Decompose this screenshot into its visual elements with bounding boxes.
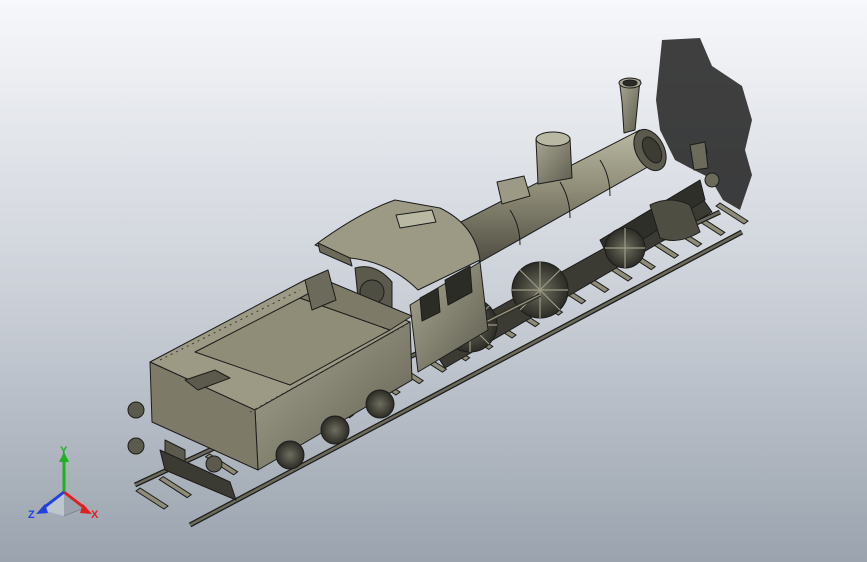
x-axis-label: X bbox=[91, 509, 99, 521]
model-scene[interactable] bbox=[0, 0, 867, 562]
tender-wheel-3 bbox=[365, 389, 395, 419]
z-axis-label: Z bbox=[28, 509, 35, 521]
orientation-triad[interactable]: Y X Z bbox=[22, 446, 106, 530]
cad-graphics-viewport[interactable]: Y X Z bbox=[0, 0, 867, 562]
tender-wheel-1 bbox=[275, 440, 305, 470]
y-axis-label: Y bbox=[60, 446, 68, 457]
tender-wheel-2 bbox=[320, 415, 350, 445]
